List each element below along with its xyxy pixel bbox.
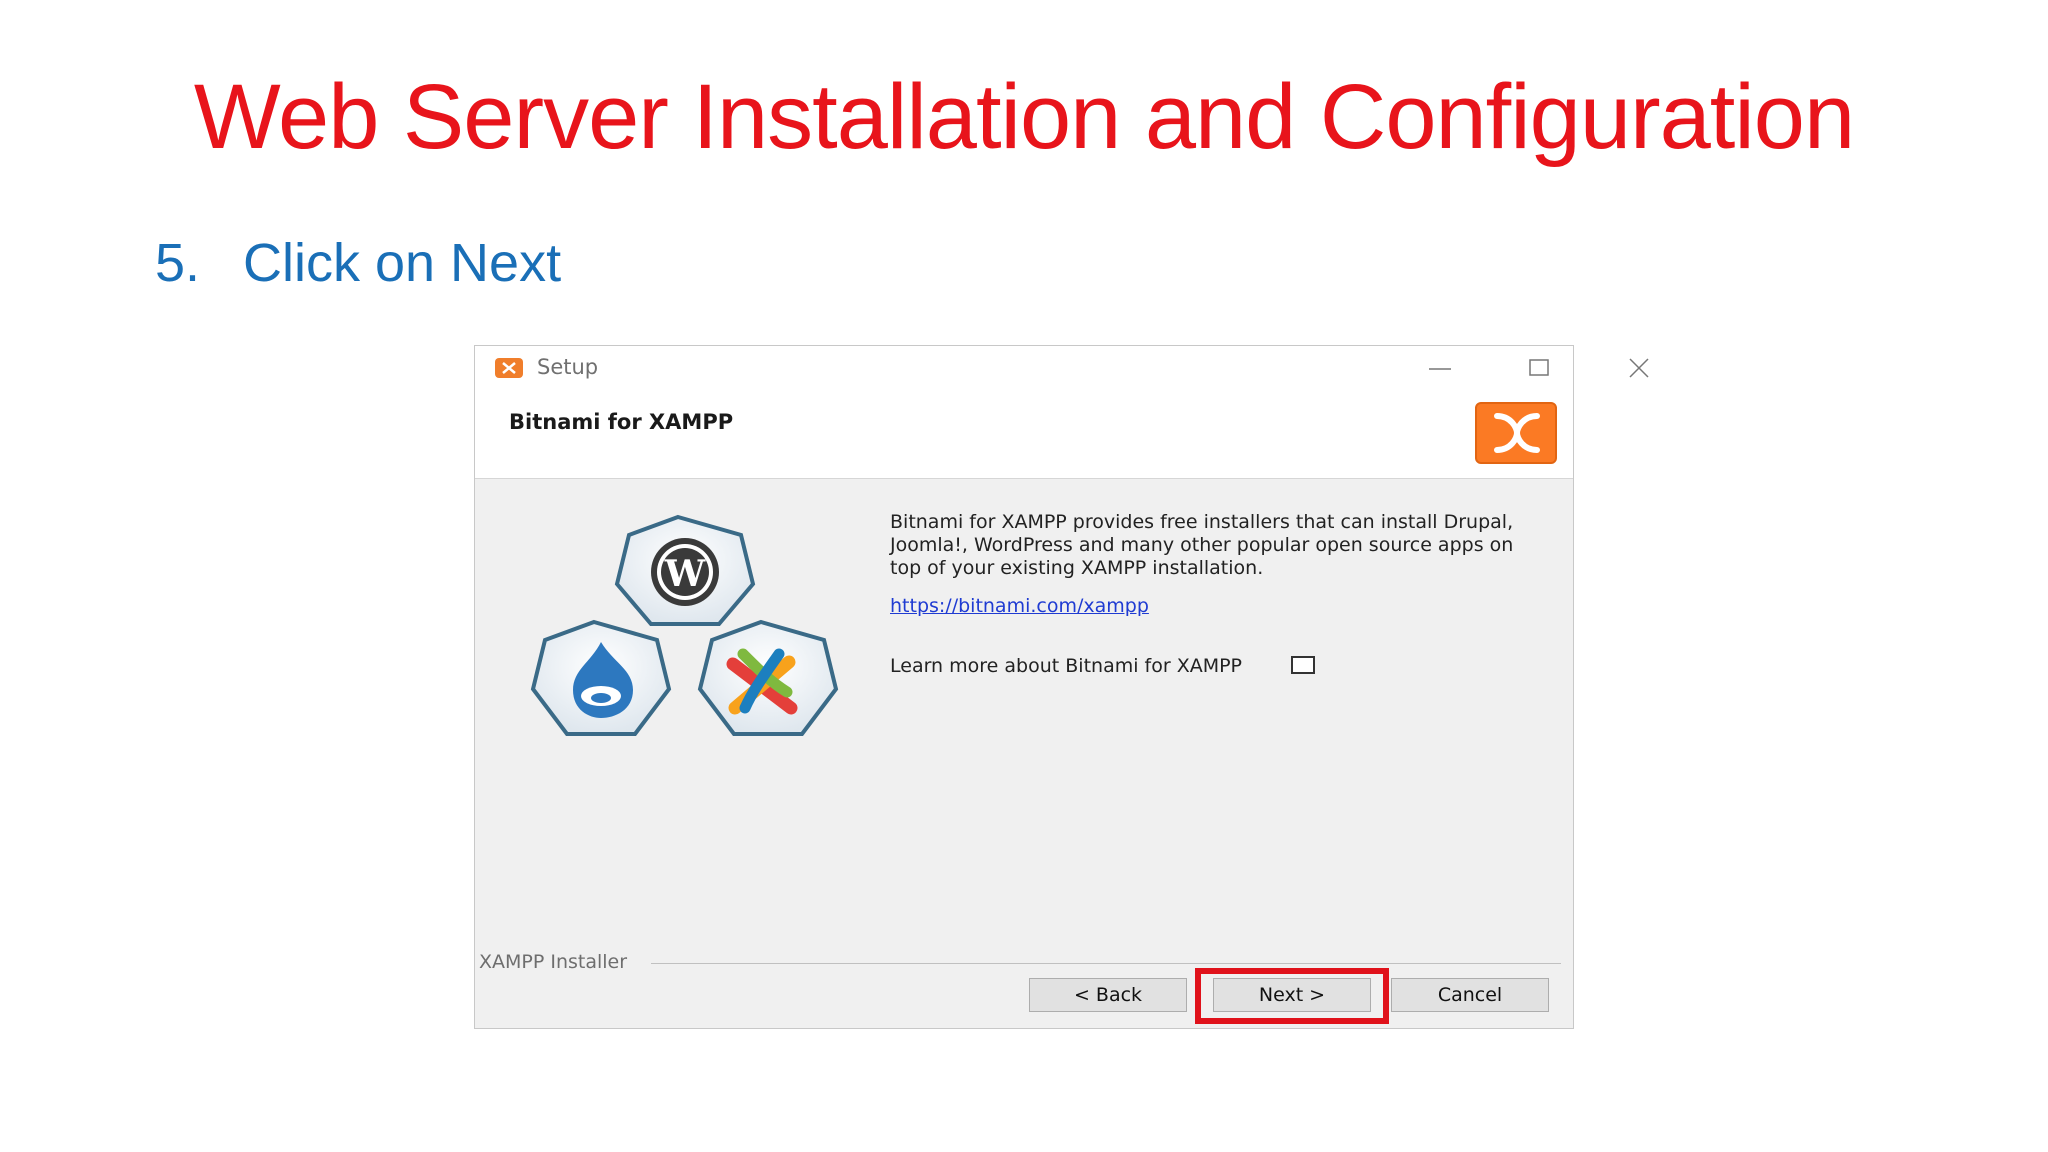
window-title: Setup: [537, 355, 599, 379]
learn-more-checkbox[interactable]: [1291, 656, 1315, 674]
group-divider: [651, 963, 1561, 964]
drupal-icon: [530, 619, 672, 736]
step-instruction: 5. Click on Next: [155, 228, 561, 298]
dialog-header: Bitnami for XAMPP: [475, 390, 1573, 479]
wordpress-icon: W: [614, 514, 756, 626]
group-label: XAMPP Installer: [479, 951, 628, 973]
setup-dialog: Setup Bitnami for XAMPP W Bitnami for XA…: [474, 345, 1649, 1029]
minimize-button[interactable]: [1409, 346, 1469, 390]
maximize-icon: [1529, 359, 1549, 376]
back-button[interactable]: < Back: [1029, 978, 1187, 1012]
slide-title: Web Server Installation and Configuratio…: [193, 66, 1855, 168]
cancel-button[interactable]: Cancel: [1391, 978, 1549, 1012]
minimize-icon: [1429, 368, 1451, 370]
close-button[interactable]: [1608, 346, 1668, 390]
learn-more-label: Learn more about Bitnami for XAMPP: [890, 655, 1243, 677]
xampp-icon: [495, 358, 523, 378]
header-title: Bitnami for XAMPP: [509, 410, 734, 434]
step-text: Click on Next: [243, 233, 562, 293]
close-icon: [1629, 358, 1649, 378]
xampp-logo-icon: [1475, 402, 1557, 464]
next-button-highlight: [1195, 968, 1389, 1024]
svg-text:W: W: [664, 553, 706, 595]
bitnami-link[interactable]: https://bitnami.com/xampp: [890, 595, 1149, 617]
description-text: Bitnami for XAMPP provides free installe…: [890, 511, 1514, 579]
step-number: 5.: [155, 233, 201, 293]
title-bar[interactable]: Setup: [475, 346, 1649, 390]
maximize-button[interactable]: [1508, 346, 1568, 390]
joomla-icon: [697, 619, 839, 736]
bitnami-apps-graphic: W: [521, 512, 851, 752]
